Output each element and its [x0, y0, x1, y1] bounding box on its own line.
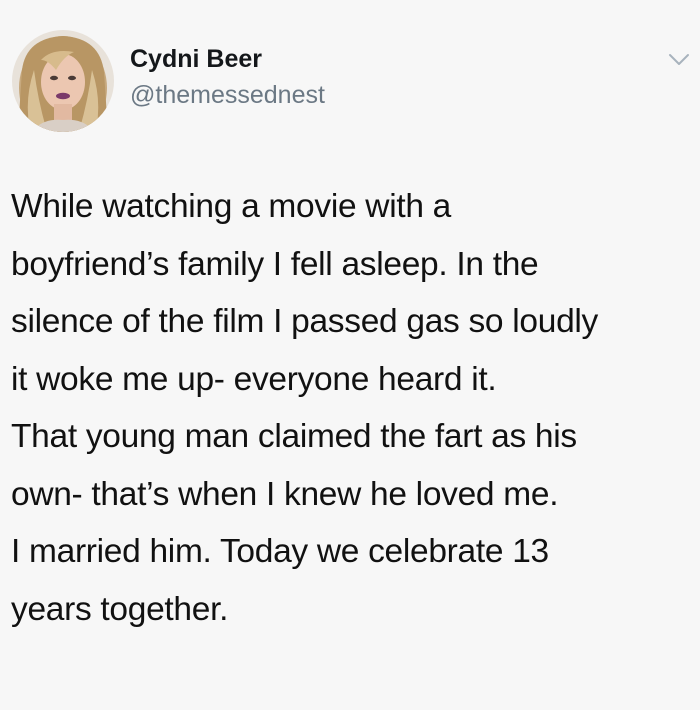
avatar[interactable]: [12, 30, 114, 132]
tweet-text: While watching a movie with a boyfriend’…: [11, 178, 693, 638]
tweet-line: While watching a movie with a: [11, 188, 452, 225]
tweet-card: Cydni Beer @themessednest While watching…: [0, 0, 700, 710]
chevron-down-icon[interactable]: [668, 53, 690, 67]
tweet-line: years together.: [11, 590, 229, 628]
tweet-line: it woke me up- everyone heard it.: [11, 360, 497, 398]
display-name[interactable]: Cydni Beer: [130, 44, 325, 74]
tweet-line: silence of the film I passed gas so loud…: [11, 303, 598, 340]
user-handle[interactable]: @themessednest: [130, 79, 325, 111]
tweet-line: I married him. Today we celebrate 13: [11, 533, 549, 570]
tweet-line: own- that’s when I knew he loved me.: [11, 475, 559, 513]
tweet-line: That young man claimed the fart as his: [11, 418, 577, 455]
avatar-image: [12, 30, 114, 132]
user-info: Cydni Beer @themessednest: [130, 44, 325, 111]
tweet-line: boyfriend’s family I fell asleep. In the: [11, 245, 539, 283]
